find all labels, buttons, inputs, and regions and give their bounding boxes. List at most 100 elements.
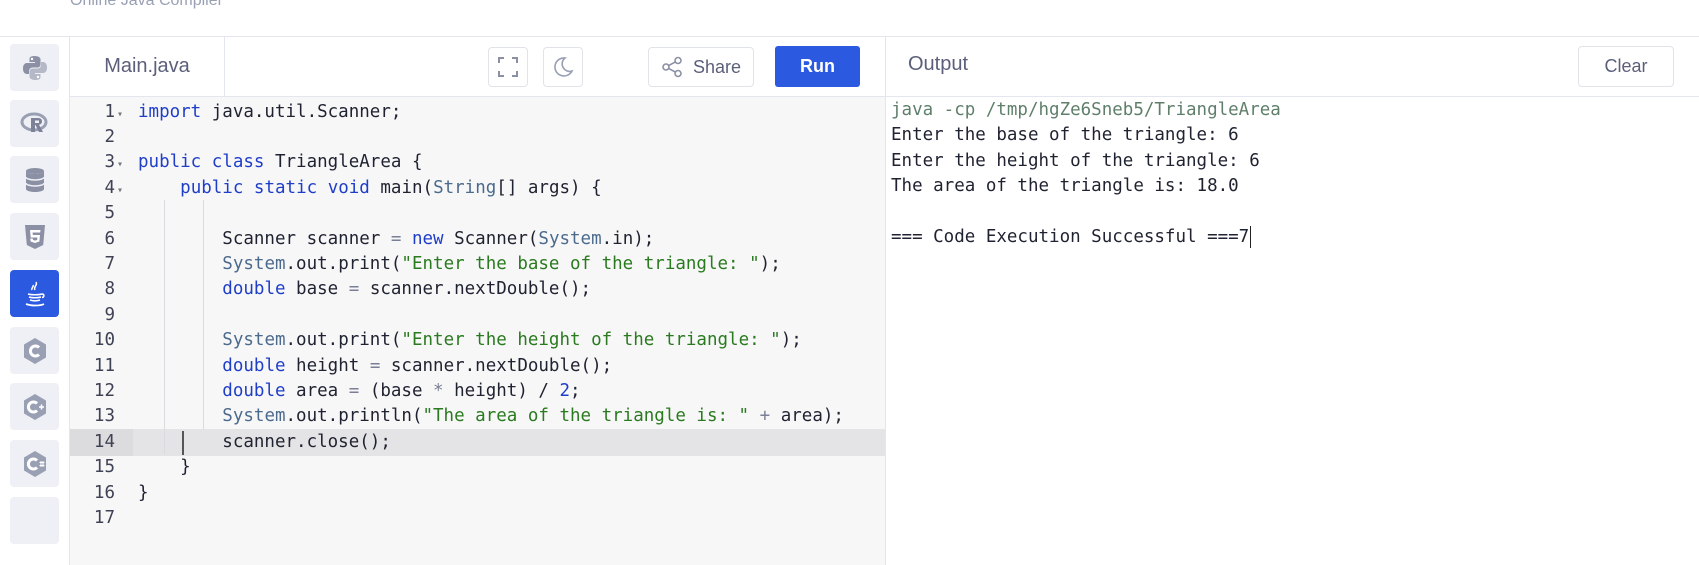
code-token: 2: [559, 380, 571, 401]
code-line[interactable]: 3 ▾ public class TriangleArea {: [70, 149, 885, 177]
line-number: 11: [70, 353, 133, 381]
code-token: double: [222, 279, 286, 300]
line-number: 6: [70, 226, 133, 254]
code-token: public: [180, 177, 244, 198]
file-tab-label: Main.java: [104, 55, 190, 77]
sidebar-item-sql[interactable]: [10, 156, 59, 203]
code-token: .out.println(: [285, 406, 423, 427]
sidebar-item-cpp[interactable]: [10, 383, 59, 430]
code-token: java.util.Scanner;: [201, 101, 402, 122]
sidebar-item-python[interactable]: [10, 44, 59, 91]
code-token: =: [390, 228, 402, 249]
code-token: double: [222, 355, 286, 376]
line-number-text: 14: [93, 431, 115, 452]
code-line[interactable]: 9: [70, 302, 885, 330]
brand-title[interactable]: Online Java Compiler: [70, 0, 223, 10]
code-token: area: [285, 380, 349, 401]
code-token: Scanner scanner: [138, 228, 391, 249]
code-line[interactable]: 8 double base = scanner.nextDouble();: [70, 276, 885, 304]
sidebar-item-c[interactable]: [10, 327, 59, 374]
code-line[interactable]: 11 double height = scanner.nextDouble();: [70, 353, 885, 381]
line-number: 7: [70, 251, 133, 279]
code-line[interactable]: 13 System.out.println("The area of the t…: [70, 403, 885, 431]
fullscreen-button[interactable]: [488, 47, 528, 87]
sidebar-item-more[interactable]: [10, 497, 59, 544]
code-line[interactable]: 7 System.out.print("Enter the base of th…: [70, 251, 885, 279]
code-text: System.out.print("Enter the height of th…: [138, 327, 802, 355]
code-line[interactable]: 6 Scanner scanner = new Scanner(System.i…: [70, 226, 885, 254]
code-line[interactable]: 12 double area = (base * height) / 2;: [70, 378, 885, 406]
database-icon: [24, 167, 45, 192]
code-token: *: [433, 380, 444, 401]
code-token: }: [138, 482, 149, 503]
output-title: Output: [908, 53, 969, 75]
output-caret: [1250, 226, 1252, 248]
code-text: import java.util.Scanner;: [138, 99, 401, 127]
file-tab-main[interactable]: Main.java: [70, 37, 225, 96]
editor-toolbar: Main.java Share Run: [70, 37, 885, 97]
code-token: scanner.nextDouble();: [380, 355, 613, 376]
code-token: .out.print(: [285, 330, 402, 351]
sidebar-item-r[interactable]: [10, 100, 59, 147]
code-token: base: [285, 279, 349, 300]
line-number-text: 11: [93, 355, 115, 376]
output-line-text: === Code Execution Successful ===7: [891, 227, 1250, 247]
code-token: void: [327, 177, 370, 198]
code-text: }: [138, 480, 149, 508]
top-bar: Online Java Compiler: [0, 0, 1699, 37]
code-token: );: [780, 330, 802, 351]
line-number-text: 16: [93, 482, 115, 503]
code-token: scanner.close();: [138, 431, 391, 452]
code-line[interactable]: 15 }: [70, 454, 885, 482]
output-console[interactable]: java -cp /tmp/hgZe6Sneb5/TriangleArea En…: [885, 97, 1699, 565]
line-number: 9: [70, 302, 133, 330]
code-line[interactable]: 16}: [70, 480, 885, 508]
code-token: ;: [570, 380, 581, 401]
sidebar-item-csharp[interactable]: [10, 440, 59, 487]
code-token: new: [411, 228, 444, 249]
indent-guide: [203, 200, 204, 429]
theme-toggle-button[interactable]: [543, 47, 583, 87]
code-line[interactable]: 4 ▾ public static void main(String[] args…: [70, 175, 885, 203]
output-command: java -cp /tmp/hgZe6Sneb5/TriangleArea: [891, 100, 1281, 120]
text-cursor: [182, 430, 184, 455]
share-label: Share: [692, 56, 742, 77]
code-line[interactable]: 14 scanner.close();: [70, 428, 885, 457]
code-text: public static void main(String[] args) {: [138, 175, 602, 203]
code-token: System: [222, 406, 286, 427]
output-line: Enter the height of the triangle: 6: [891, 148, 1260, 176]
code-line[interactable]: 10 System.out.print("Enter the height of…: [70, 327, 885, 355]
sidebar-item-html[interactable]: [10, 213, 59, 260]
code-line[interactable]: 5: [70, 200, 885, 228]
code-token: height) /: [443, 380, 560, 401]
run-button[interactable]: Run: [775, 46, 860, 87]
share-button[interactable]: Share: [648, 47, 754, 87]
line-number: 13: [70, 403, 133, 431]
code-text: double area = (base * height) / 2;: [138, 378, 581, 406]
code-editor[interactable]: 1 ▾ import java.util.Scanner; 2 3 ▾ public cla…: [70, 97, 885, 565]
line-number-text: 13: [93, 406, 115, 427]
moon-icon: [554, 57, 574, 77]
output-line-text: Enter the base of the triangle: 6: [891, 125, 1239, 146]
code-line[interactable]: 17: [70, 505, 885, 533]
sidebar-item-java[interactable]: [10, 270, 59, 317]
code-text: double height = scanner.nextDouble();: [138, 353, 612, 381]
line-number: 16: [70, 480, 133, 508]
code-token: [] args) {: [496, 177, 602, 198]
code-token: Scanner(: [443, 228, 539, 249]
code-line[interactable]: 2: [70, 124, 885, 152]
code-token: height: [285, 355, 370, 376]
line-number: 2: [70, 124, 133, 152]
code-token: area);: [770, 406, 844, 427]
line-number-text: 9: [104, 304, 115, 325]
clear-button[interactable]: Clear: [1578, 46, 1674, 87]
code-line[interactable]: 1 ▾ import java.util.Scanner;: [70, 99, 885, 127]
code-token: =: [348, 380, 360, 401]
